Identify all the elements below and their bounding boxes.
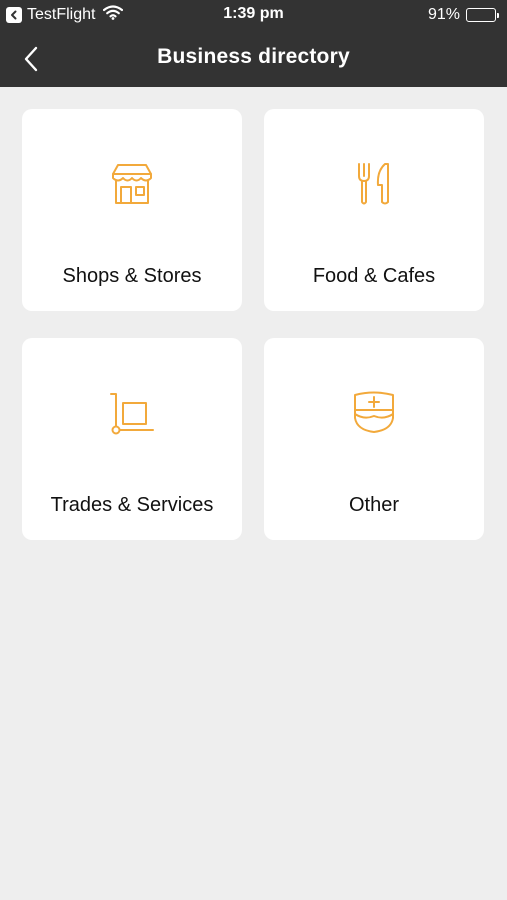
navigation-bar: Business directory (0, 30, 507, 87)
battery-icon (466, 8, 499, 22)
storefront-icon (112, 164, 152, 204)
battery-percent: 91% (427, 6, 460, 23)
status-right: 91% (428, 5, 499, 25)
category-label: Shops & Stores (62, 265, 202, 287)
fork-knife-icon (358, 163, 389, 205)
page-title: Business directory (157, 45, 350, 68)
category-label: Food & Cafes (312, 265, 436, 287)
category-label: Other (348, 494, 400, 516)
category-card-food-cafes[interactable]: Food & Cafes (264, 109, 484, 311)
category-card-other[interactable]: Other (264, 338, 484, 540)
category-card-trades-services[interactable]: Trades & Services (22, 338, 242, 540)
nurse-cap-icon (354, 391, 394, 433)
status-bar: TestFlight 1:39 pm 91% (0, 0, 507, 30)
hand-truck-icon (110, 393, 154, 435)
category-card-shops-stores[interactable]: Shops & Stores (22, 109, 242, 311)
category-label: Trades & Services (50, 494, 214, 516)
